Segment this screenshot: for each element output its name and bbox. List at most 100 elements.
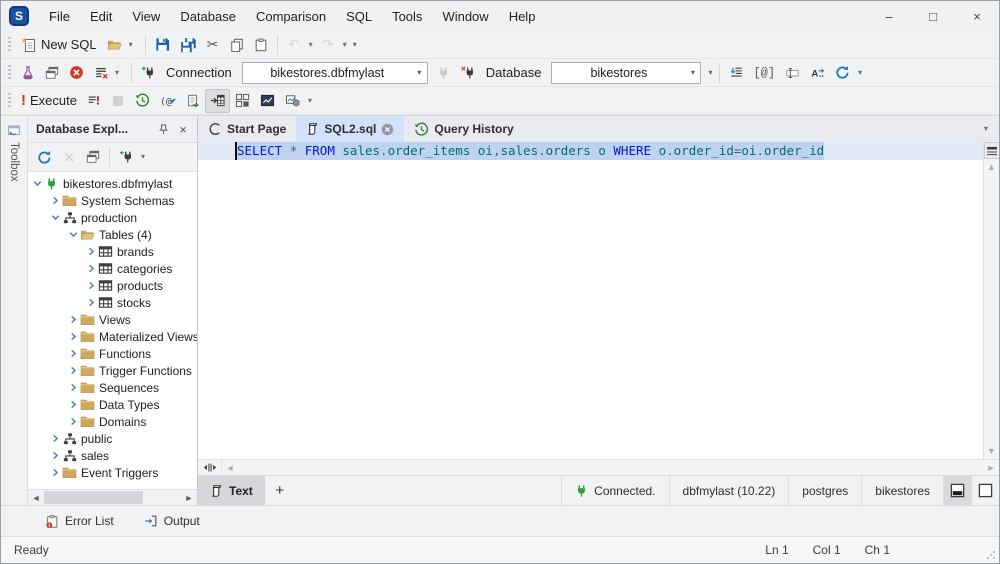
clear-list-dropdown-icon[interactable]: ▾ xyxy=(112,68,122,77)
add-tab-button[interactable]: + xyxy=(265,476,295,505)
chevron-right-icon[interactable] xyxy=(50,196,61,205)
refresh-button[interactable] xyxy=(830,61,855,85)
debug-button[interactable] xyxy=(16,61,40,85)
chevron-right-icon[interactable] xyxy=(68,366,79,375)
layout-button[interactable] xyxy=(230,89,255,113)
pivot-button[interactable] xyxy=(280,89,305,113)
cut-button[interactable]: ✂ xyxy=(201,33,225,57)
chevron-right-icon[interactable] xyxy=(68,315,79,324)
tree-item-bikestores-dbfmylast[interactable]: bikestores.dbfmylast xyxy=(28,175,197,192)
copy-button[interactable] xyxy=(225,33,249,57)
tree-item-categories[interactable]: categories xyxy=(28,260,197,277)
menu-help[interactable]: Help xyxy=(499,1,546,31)
scroll-right-icon[interactable]: ► xyxy=(983,463,999,473)
redo-dropdown-icon[interactable]: ▾ xyxy=(340,40,350,49)
database-segment[interactable]: bikestores xyxy=(861,476,943,505)
menu-sql[interactable]: SQL xyxy=(336,1,382,31)
paste-button[interactable] xyxy=(249,33,273,57)
redo-button[interactable]: ↷ xyxy=(316,33,340,57)
execute-to-file-button[interactable] xyxy=(181,89,205,113)
tree-item-data-types[interactable]: Data Types xyxy=(28,396,197,413)
explorer-refresh-button[interactable] xyxy=(32,145,57,169)
database-combobox[interactable]: bikestores ▾ xyxy=(551,61,702,84)
connect-button[interactable] xyxy=(432,61,456,85)
toolbox-tab[interactable]: Toolbox xyxy=(7,123,21,182)
tree-item-functions[interactable]: Functions xyxy=(28,345,197,362)
clear-list-button[interactable]: ▾ xyxy=(89,61,127,85)
connection-combobox[interactable]: bikestores.dbfmylast ▾ xyxy=(241,61,428,84)
tree-item-tables-4[interactable]: Tables (4) xyxy=(28,226,197,243)
resize-grip[interactable] xyxy=(986,550,996,560)
menu-view[interactable]: View xyxy=(122,1,170,31)
open-file-button[interactable]: ▾ xyxy=(102,33,141,57)
toolbar-overflow-icon[interactable]: ▾ xyxy=(350,40,360,49)
tree-item-system-schemas[interactable]: System Schemas xyxy=(28,192,197,209)
explorer-new-connection-button[interactable] xyxy=(114,145,138,169)
query-profiler-button[interactable] xyxy=(255,89,280,113)
tree-item-stocks[interactable]: stocks xyxy=(28,294,197,311)
document-map-button[interactable] xyxy=(983,142,999,159)
chevron-right-icon[interactable] xyxy=(86,264,97,273)
chevron-down-icon[interactable] xyxy=(50,213,61,222)
tree-item-domains[interactable]: Domains xyxy=(28,413,197,430)
scroll-left-icon[interactable]: ◄ xyxy=(28,493,44,503)
disconnect-button[interactable] xyxy=(456,61,480,85)
scroll-track[interactable] xyxy=(44,490,181,505)
windows-button[interactable] xyxy=(40,61,64,85)
tab-close-icon[interactable] xyxy=(381,123,394,136)
scroll-thumb[interactable] xyxy=(44,491,143,504)
editor-vscrollbar[interactable]: ▲ ▼ xyxy=(983,142,999,459)
toolbar-overflow-icon[interactable]: ▾ xyxy=(305,96,315,105)
stop-button[interactable] xyxy=(106,89,130,113)
scroll-up-icon[interactable]: ▲ xyxy=(987,159,996,175)
save-all-button[interactable] xyxy=(175,33,201,57)
combo-dropdown-icon[interactable]: ▾ xyxy=(685,68,700,77)
chevron-right-icon[interactable] xyxy=(68,400,79,409)
chevron-right-icon[interactable] xyxy=(50,434,61,443)
menu-window[interactable]: Window xyxy=(432,1,498,31)
tabbar-overflow-button[interactable]: ▾ xyxy=(973,116,999,142)
menu-edit[interactable]: Edit xyxy=(80,1,122,31)
chevron-right-icon[interactable] xyxy=(68,332,79,341)
explorer-clear-button[interactable]: × xyxy=(57,145,81,169)
chevron-right-icon[interactable] xyxy=(86,247,97,256)
chevron-right-icon[interactable] xyxy=(50,451,61,460)
stop-error-button[interactable] xyxy=(64,61,89,85)
close-button[interactable]: × xyxy=(955,1,999,31)
full-results-view-button[interactable] xyxy=(971,476,999,505)
editor-hscrollbar[interactable]: ◄ ► xyxy=(198,459,999,475)
explorer-windows-button[interactable] xyxy=(81,145,105,169)
new-sql-button[interactable]: New SQL xyxy=(16,33,102,57)
chevron-right-icon[interactable] xyxy=(68,383,79,392)
menu-comparison[interactable]: Comparison xyxy=(246,1,336,31)
tree-item-materialized-views[interactable]: Materialized Views xyxy=(28,328,197,345)
tree-item-event-triggers[interactable]: Event Triggers xyxy=(28,464,197,481)
connected-status[interactable]: Connected. xyxy=(561,476,668,505)
undo-dropdown-icon[interactable]: ▾ xyxy=(306,40,316,49)
database-dropdown-icon[interactable]: ▾ xyxy=(705,68,715,77)
results-to-grid-button[interactable] xyxy=(204,88,230,113)
combo-dropdown-icon[interactable]: ▾ xyxy=(412,68,427,77)
tree-item-sales[interactable]: sales xyxy=(28,447,197,464)
panel-close-button[interactable]: × xyxy=(173,119,193,139)
parameters-button[interactable]: [@] xyxy=(748,61,780,85)
rename-button[interactable] xyxy=(780,61,805,85)
tab-query-history[interactable]: Query History xyxy=(404,116,523,142)
format-case-button[interactable]: A xyxy=(805,61,830,85)
tree-item-trigger-functions[interactable]: Trigger Functions xyxy=(28,362,197,379)
toolbar-overflow-icon[interactable]: ▾ xyxy=(855,68,865,77)
tree-item-public[interactable]: public xyxy=(28,430,197,447)
scroll-left-icon[interactable]: ◄ xyxy=(222,463,238,473)
goto-line-button[interactable] xyxy=(724,61,748,85)
chevron-down-icon[interactable] xyxy=(32,179,43,188)
scroll-right-icon[interactable]: ► xyxy=(181,493,197,503)
open-dropdown-icon[interactable]: ▾ xyxy=(126,40,136,49)
split-view-button[interactable] xyxy=(198,460,222,475)
maximize-button[interactable]: □ xyxy=(911,1,955,31)
menu-file[interactable]: File xyxy=(39,1,80,31)
user-segment[interactable]: postgres xyxy=(788,476,861,505)
menu-tools[interactable]: Tools xyxy=(382,1,432,31)
edit-parameters-button[interactable]: (@ xyxy=(155,89,181,113)
explorer-hscrollbar[interactable]: ◄ ► xyxy=(28,489,197,505)
undo-button[interactable]: ↶ xyxy=(282,33,306,57)
